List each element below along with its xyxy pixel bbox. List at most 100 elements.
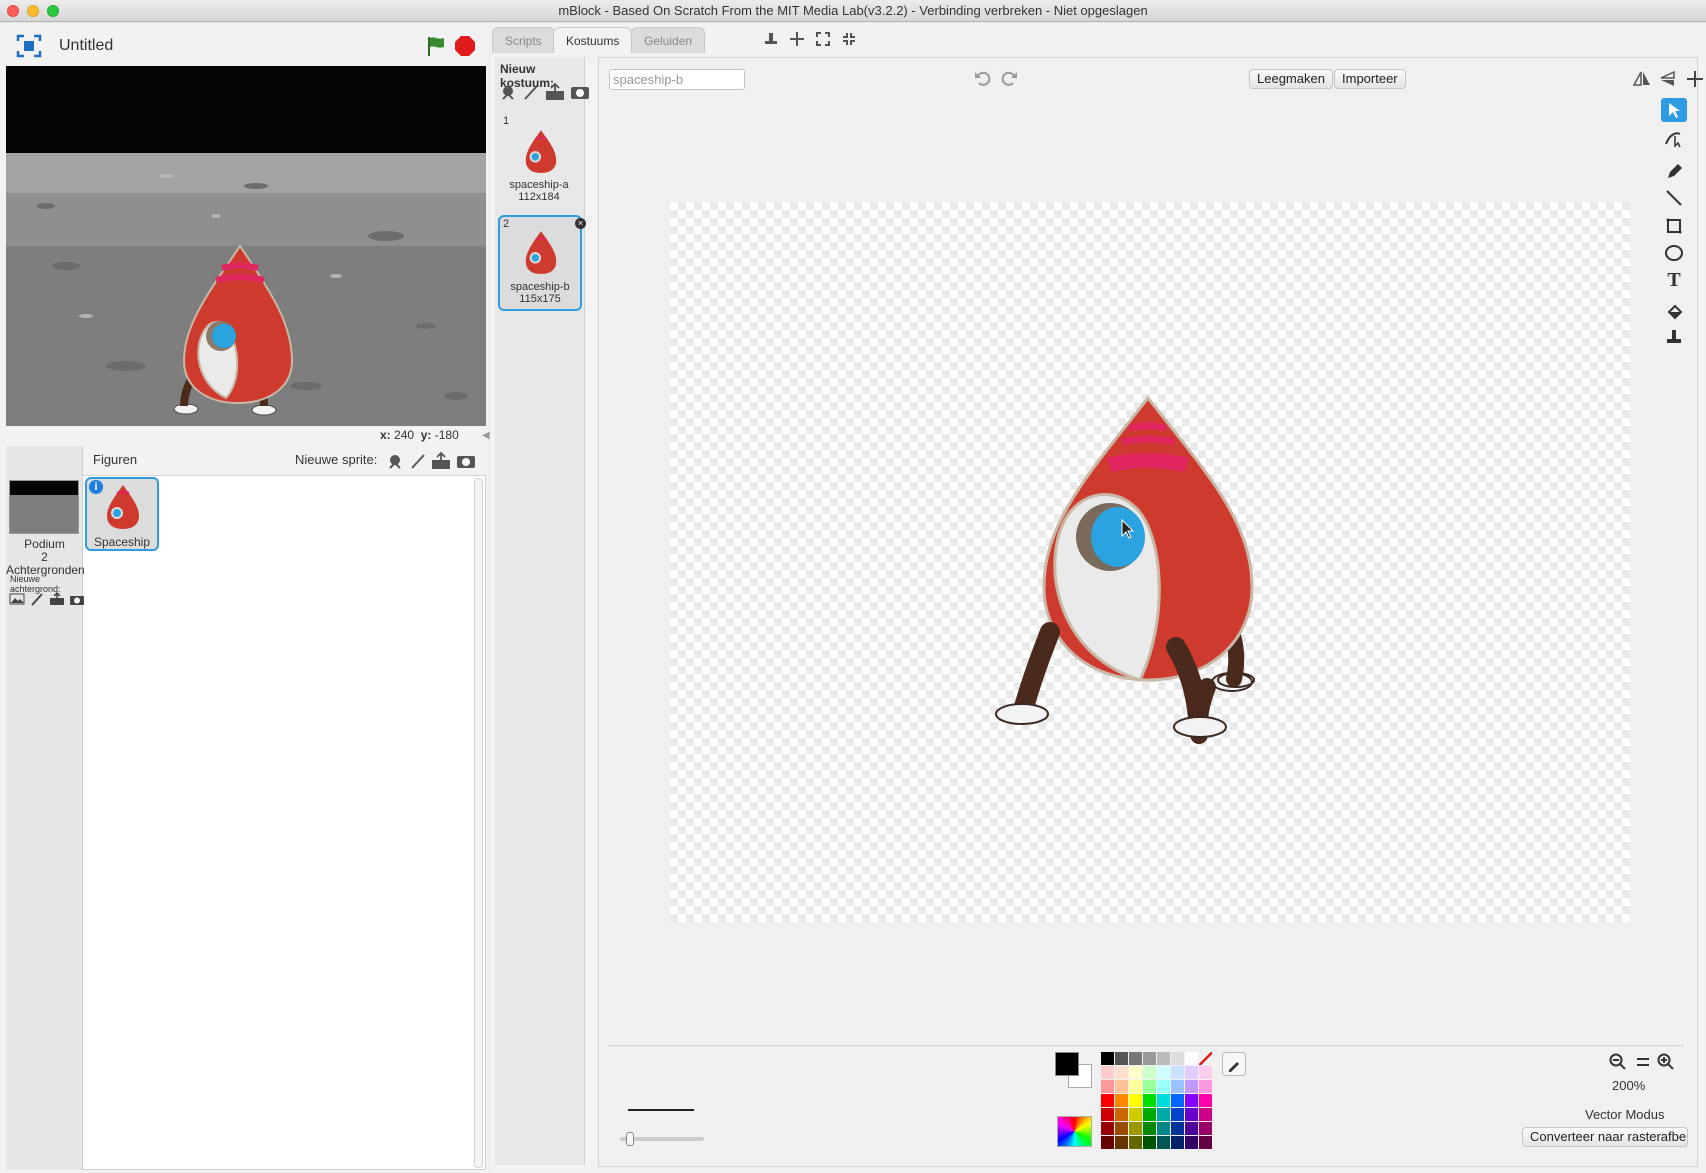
drawing-canvas[interactable] bbox=[670, 202, 1630, 922]
pencil-tool-icon[interactable] bbox=[1661, 159, 1687, 183]
color-swatch[interactable] bbox=[1157, 1080, 1170, 1093]
color-swatch[interactable] bbox=[1171, 1122, 1184, 1135]
tab-scripts[interactable]: Scripts bbox=[492, 27, 555, 53]
color-swatch[interactable] bbox=[1185, 1122, 1198, 1135]
color-swatch[interactable] bbox=[1185, 1094, 1198, 1107]
color-swatch[interactable] bbox=[1199, 1108, 1212, 1121]
select-tool-icon[interactable] bbox=[1661, 98, 1687, 122]
color-swatch[interactable] bbox=[1143, 1080, 1156, 1093]
color-swatch[interactable] bbox=[1101, 1094, 1114, 1107]
color-swatch[interactable] bbox=[1143, 1122, 1156, 1135]
redo-icon[interactable] bbox=[1000, 68, 1020, 88]
reshape-tool-icon[interactable] bbox=[1661, 126, 1687, 150]
primary-color-swatch[interactable] bbox=[1055, 1052, 1079, 1076]
flip-horizontal-icon[interactable] bbox=[1631, 68, 1653, 90]
color-swatch[interactable] bbox=[1115, 1094, 1128, 1107]
shrink-icon[interactable] bbox=[840, 30, 858, 48]
color-swatch[interactable] bbox=[1129, 1136, 1142, 1149]
color-swatch[interactable] bbox=[1129, 1122, 1142, 1135]
paint-backdrop-icon[interactable] bbox=[29, 592, 45, 606]
grow-icon[interactable] bbox=[814, 30, 832, 48]
sprite-library-icon[interactable] bbox=[385, 451, 405, 471]
color-swatch[interactable] bbox=[1171, 1066, 1184, 1079]
fill-tool-icon[interactable] bbox=[1661, 300, 1687, 324]
paint-sprite-icon[interactable] bbox=[408, 451, 428, 471]
close-window-button[interactable] bbox=[7, 5, 19, 17]
color-swatch[interactable] bbox=[1143, 1052, 1156, 1065]
sprite-info-icon[interactable]: i bbox=[89, 480, 103, 494]
color-swatch[interactable] bbox=[1129, 1066, 1142, 1079]
color-swatch[interactable] bbox=[1115, 1108, 1128, 1121]
costume-name-input[interactable] bbox=[609, 69, 745, 90]
color-swatch[interactable] bbox=[1101, 1080, 1114, 1093]
color-swatch[interactable] bbox=[1129, 1080, 1142, 1093]
color-swatch[interactable] bbox=[1171, 1094, 1184, 1107]
camera-backdrop-icon[interactable] bbox=[69, 592, 85, 606]
color-swatch[interactable] bbox=[1115, 1136, 1128, 1149]
color-swatch[interactable] bbox=[1129, 1052, 1142, 1065]
stamp-icon[interactable] bbox=[762, 30, 780, 48]
color-swatch[interactable] bbox=[1115, 1052, 1128, 1065]
no-color-swatch[interactable] bbox=[1199, 1052, 1212, 1065]
color-swatch[interactable] bbox=[1115, 1080, 1128, 1093]
tab-sounds[interactable]: Geluiden bbox=[631, 27, 706, 53]
sprites-scrollbar[interactable] bbox=[474, 478, 483, 1168]
upload-sprite-icon[interactable] bbox=[431, 451, 451, 471]
clear-button[interactable]: Leegmaken bbox=[1249, 69, 1333, 89]
zoom-in-icon[interactable] bbox=[1656, 1052, 1676, 1072]
color-swatch[interactable] bbox=[1185, 1080, 1198, 1093]
color-swatch[interactable] bbox=[1129, 1108, 1142, 1121]
ellipse-tool-icon[interactable] bbox=[1661, 241, 1687, 265]
eyedropper-icon[interactable] bbox=[1222, 1052, 1246, 1076]
stage-thumbnail[interactable] bbox=[9, 480, 79, 534]
color-swatch[interactable] bbox=[1157, 1108, 1170, 1121]
color-swatch[interactable] bbox=[1171, 1080, 1184, 1093]
color-swatch[interactable] bbox=[1199, 1080, 1212, 1093]
color-swatch[interactable] bbox=[1185, 1066, 1198, 1079]
color-swatch[interactable] bbox=[1143, 1094, 1156, 1107]
color-swatch[interactable] bbox=[1185, 1052, 1198, 1065]
fullscreen-icon[interactable] bbox=[16, 33, 42, 59]
stamp-tool-icon[interactable] bbox=[1661, 325, 1687, 349]
color-swatch[interactable] bbox=[1171, 1108, 1184, 1121]
minimize-window-button[interactable] bbox=[27, 5, 39, 17]
color-swatch[interactable] bbox=[1129, 1094, 1142, 1107]
color-swatch[interactable] bbox=[1115, 1066, 1128, 1079]
color-swatch[interactable] bbox=[1115, 1122, 1128, 1135]
stop-icon[interactable] bbox=[453, 34, 477, 58]
tab-costumes[interactable]: Kostuums bbox=[553, 27, 633, 53]
costume-item[interactable]: 1 spaceship-a 112x184 bbox=[498, 115, 580, 205]
upload-backdrop-icon[interactable] bbox=[49, 592, 65, 606]
color-swatch[interactable] bbox=[1101, 1108, 1114, 1121]
green-flag-icon[interactable] bbox=[424, 34, 448, 58]
costume-item-selected[interactable]: 2 × spaceship-b 115x175 bbox=[498, 215, 586, 311]
color-swatch[interactable] bbox=[1185, 1136, 1198, 1149]
camera-sprite-icon[interactable] bbox=[455, 451, 477, 471]
color-swatch[interactable] bbox=[1157, 1136, 1170, 1149]
color-swatch[interactable] bbox=[1143, 1108, 1156, 1121]
color-swatch[interactable] bbox=[1101, 1066, 1114, 1079]
color-swatch[interactable] bbox=[1143, 1066, 1156, 1079]
color-swatch[interactable] bbox=[1199, 1122, 1212, 1135]
flip-vertical-icon[interactable] bbox=[1658, 68, 1680, 90]
collapse-stage-icon[interactable]: ◀ bbox=[482, 430, 490, 442]
rectangle-tool-icon[interactable] bbox=[1661, 214, 1687, 238]
color-swatch[interactable] bbox=[1199, 1136, 1212, 1149]
upload-costume-icon[interactable] bbox=[545, 83, 565, 101]
paint-costume-icon[interactable] bbox=[522, 83, 540, 101]
stroke-width-slider[interactable] bbox=[620, 1132, 704, 1146]
color-palette[interactable] bbox=[1101, 1052, 1213, 1149]
zoom-reset-icon[interactable] bbox=[1633, 1052, 1653, 1072]
convert-to-bitmap-button[interactable]: Converteer naar rasterafbe bbox=[1522, 1127, 1688, 1147]
zoom-out-icon[interactable] bbox=[1608, 1052, 1628, 1072]
color-swatch[interactable] bbox=[1199, 1066, 1212, 1079]
color-picker-icon[interactable] bbox=[1057, 1116, 1092, 1147]
slider-handle[interactable] bbox=[626, 1132, 634, 1146]
color-swatch[interactable] bbox=[1101, 1136, 1114, 1149]
stage-canvas[interactable] bbox=[6, 66, 486, 426]
import-button[interactable]: Importeer bbox=[1334, 69, 1406, 89]
camera-costume-icon[interactable] bbox=[570, 83, 590, 101]
sprite-tile-spaceship[interactable]: i Spaceship bbox=[85, 477, 159, 551]
set-center-icon[interactable] bbox=[1684, 68, 1706, 90]
color-swatch[interactable] bbox=[1157, 1052, 1170, 1065]
